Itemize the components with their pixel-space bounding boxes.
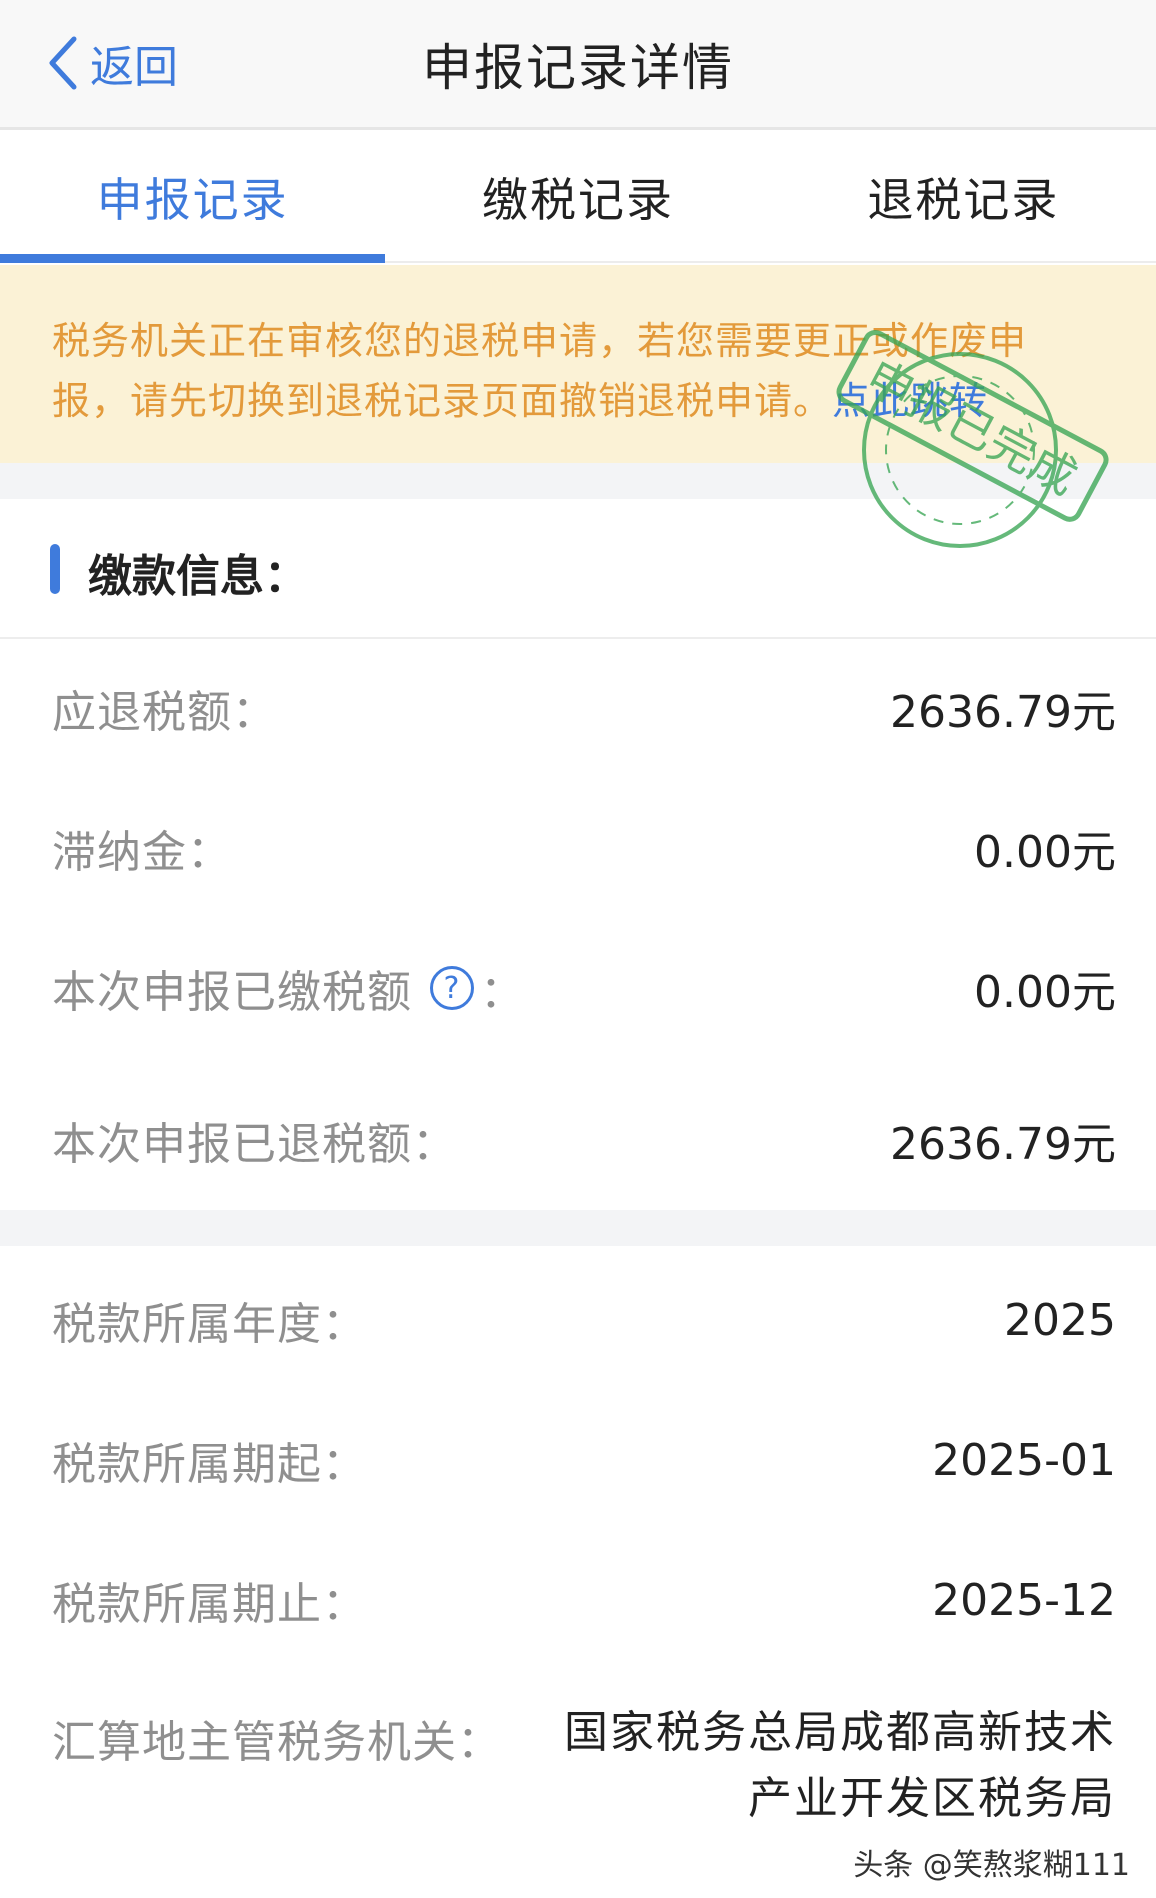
row-period-end: 税款所属期止： 2025-12 xyxy=(0,1540,1156,1660)
row-value: 2636.79元 xyxy=(890,1119,1116,1170)
watermark: 头条 @笑熬浆糊111 xyxy=(853,1848,1130,1883)
row-label: 税款所属年度： xyxy=(52,1299,367,1350)
section-divider xyxy=(0,1210,1156,1246)
row-label: 本次申报已缴税额 ? ： xyxy=(52,956,525,1020)
row-label-text: 本次申报已缴税额 xyxy=(52,967,412,1018)
row-label: 税款所属期起： xyxy=(52,1439,367,1490)
jump-link[interactable]: 点此跳转 xyxy=(832,379,988,423)
row-value: 国家税务总局成都高新技术 产业开发区税务局 xyxy=(556,1700,1116,1832)
row-label: 应退税额： xyxy=(52,687,277,738)
row-late-fee: 滞纳金： 0.00元 xyxy=(0,788,1156,908)
notice-banner: 税务机关正在审核您的退税申请，若您需要更正或作废申 报，请先切换到退税记录页面撤… xyxy=(0,265,1156,463)
tab-bar: 申报记录 缴税记录 退税记录 xyxy=(0,133,1156,263)
row-tax-year: 税款所属年度： 2025 xyxy=(0,1260,1156,1380)
row-label-suffix: ： xyxy=(480,967,525,1018)
section-title: 缴款信息： xyxy=(88,551,308,602)
tab-declaration-records[interactable]: 申报记录 xyxy=(0,133,386,263)
row-paid-tax: 本次申报已缴税额 ? ： 0.00元 xyxy=(0,928,1156,1048)
row-refund-amount: 应退税额： 2636.79元 xyxy=(0,648,1156,768)
tab-payment-records[interactable]: 缴税记录 xyxy=(385,133,770,261)
row-value: 2025-12 xyxy=(932,1574,1116,1626)
row-value: 2025-01 xyxy=(932,1434,1116,1486)
row-value: 0.00元 xyxy=(974,967,1116,1018)
notice-line-2: 报，请先切换到退税记录页面撤销退税申请。 xyxy=(52,379,833,423)
notice-line-1: 税务机关正在审核您的退税申请，若您需要更正或作废申 xyxy=(52,319,1028,363)
row-value: 2025 xyxy=(1004,1294,1116,1346)
row-period-start: 税款所属期起： 2025-01 xyxy=(0,1400,1156,1520)
section-accent-bar xyxy=(50,544,60,594)
authority-line-1: 国家税务总局成都高新技术 xyxy=(564,1707,1116,1758)
row-tax-authority: 汇算地主管税务机关： 国家税务总局成都高新技术 产业开发区税务局 xyxy=(0,1700,1156,1832)
authority-line-2: 产业开发区税务局 xyxy=(748,1773,1116,1824)
tab-refund-records[interactable]: 退税记录 xyxy=(771,133,1156,261)
row-label: 本次申报已退税额： xyxy=(52,1119,457,1170)
page-title: 申报记录详情 xyxy=(422,39,734,97)
question-circle-icon[interactable]: ? xyxy=(430,966,474,1010)
row-value: 2636.79元 xyxy=(890,687,1116,738)
section-divider xyxy=(0,463,1156,499)
row-refunded-tax: 本次申报已退税额： 2636.79元 xyxy=(0,1080,1156,1200)
row-label: 汇算地主管税务机关： xyxy=(52,1717,502,1768)
nav-bar: 返回 申报记录详情 xyxy=(0,0,1156,130)
row-label: 税款所属期止： xyxy=(52,1579,367,1630)
row-label: 滞纳金： xyxy=(52,827,232,878)
row-value: 0.00元 xyxy=(974,827,1116,878)
